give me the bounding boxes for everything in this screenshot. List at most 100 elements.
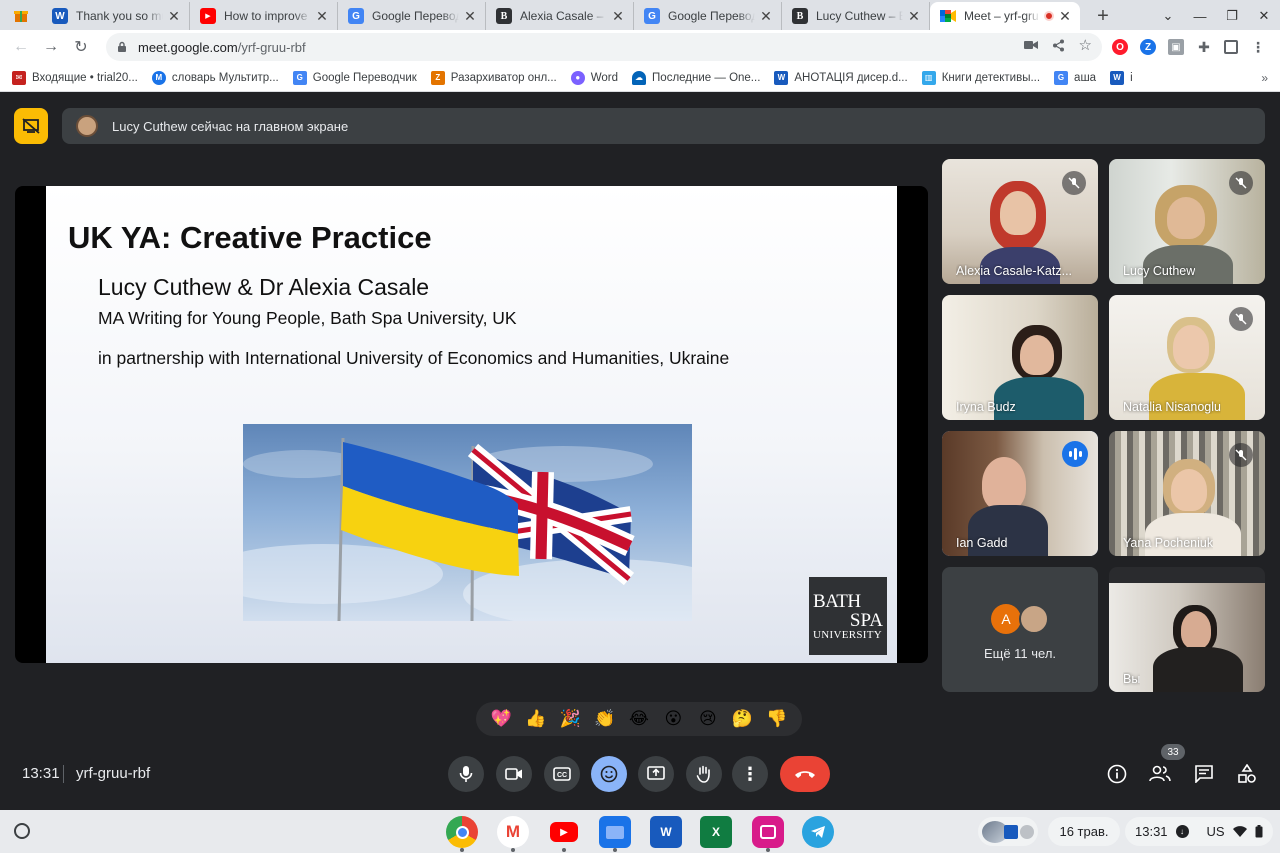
raise-hand-button[interactable]	[686, 756, 722, 792]
bookmark-1[interactable]: Mсловарь Мультитр...	[151, 70, 279, 85]
back-icon[interactable]: ←	[6, 38, 36, 56]
more-options-button[interactable]: ⋮	[732, 756, 768, 792]
participant-tile[interactable]: Natalia Nisanoglu	[1109, 295, 1265, 420]
status-tray[interactable]: 13:31 ↓ US	[1125, 817, 1273, 846]
reaction-thumbs-down[interactable]: 👎	[763, 709, 791, 729]
reaction-party[interactable]: 🎉	[556, 709, 584, 729]
present-screen-button[interactable]	[638, 756, 674, 792]
gmail-app-icon[interactable]: M	[497, 816, 529, 852]
reaction-thumbs-up[interactable]: 👍	[522, 709, 550, 729]
bookmark-star-icon[interactable]: ☆	[1079, 38, 1092, 55]
gallery-app-icon[interactable]	[752, 816, 784, 852]
self-tile[interactable]: Вы	[1109, 567, 1265, 692]
forward-icon[interactable]: →	[36, 38, 66, 56]
bookmark-5[interactable]: ☁ Последние — One...	[632, 70, 760, 85]
tab-2[interactable]: GGoogle Переводчик✕	[338, 2, 486, 30]
participant-name: Alexia Casale-Katz...	[956, 264, 1073, 278]
minimize-icon[interactable]: —	[1184, 9, 1216, 24]
speaking-indicator-icon	[1062, 441, 1088, 467]
reaction-thinking[interactable]: 🤔	[728, 709, 756, 729]
tab-list-chevron-icon[interactable]: ⌄	[1152, 8, 1184, 24]
close-tab-icon[interactable]: ✕	[315, 8, 329, 25]
reaction-sad[interactable]: 😢	[694, 709, 722, 729]
battery-icon	[1255, 825, 1263, 838]
close-tab-icon[interactable]: ✕	[611, 8, 625, 25]
people-button[interactable]	[1146, 760, 1174, 788]
share-icon[interactable]	[1052, 39, 1065, 55]
close-tab-icon[interactable]: ✕	[1058, 8, 1072, 25]
tab-1[interactable]: ▶How to improve yo✕	[190, 2, 338, 30]
more-participants-tile[interactable]: A Ещё 11 чел.	[942, 567, 1098, 692]
participant-tile[interactable]: Yana Pocheniuk	[1109, 431, 1265, 556]
avatar: A	[991, 604, 1021, 634]
tab-4[interactable]: GGoogle Переводчик✕	[634, 2, 782, 30]
chrome-app-icon[interactable]	[446, 816, 478, 852]
bookmark-3[interactable]: Z Разархиватор онл...	[430, 70, 557, 85]
reaction-laugh[interactable]: 😂	[625, 709, 653, 729]
files-app-icon[interactable]	[599, 816, 631, 852]
tab-0[interactable]: WThank you so much✕	[42, 2, 190, 30]
more-participants-count: Ещё 11 чел.	[983, 646, 1057, 661]
camera-blocked-icon[interactable]	[1023, 39, 1038, 55]
bookmark-2[interactable]: G Google Переводчик	[292, 70, 417, 85]
reload-icon[interactable]: ↻	[66, 37, 96, 57]
reaction-clap[interactable]: 👏	[591, 709, 619, 729]
launcher-icon[interactable]	[14, 823, 30, 839]
participant-tile[interactable]: Alexia Casale-Katz...	[942, 159, 1098, 284]
word-app-icon[interactable]: W	[650, 816, 682, 848]
meeting-code: yrf-gruu-rbf	[76, 765, 151, 782]
bookmark-8[interactable]: Gаша	[1054, 70, 1096, 85]
download-icon: ↓	[1175, 825, 1189, 838]
bookmark-6[interactable]: W АНОТАЦІЯ дисер.d...	[774, 70, 908, 85]
google-translate-icon: G	[1054, 70, 1069, 85]
close-tab-icon[interactable]: ✕	[463, 8, 477, 25]
camera-button[interactable]	[496, 756, 532, 792]
participant-tile-speaking[interactable]: Ian Gadd	[942, 431, 1098, 556]
side-panel-icon[interactable]	[1224, 40, 1238, 54]
youtube-app-icon[interactable]: ▶	[548, 816, 580, 852]
menu-kebab-icon[interactable]: ⋮	[1250, 39, 1266, 55]
excel-app-icon[interactable]: X	[700, 816, 732, 848]
chat-button[interactable]	[1190, 760, 1218, 788]
tab-5[interactable]: BLucy Cuthew – Bat✕	[782, 2, 930, 30]
extensions-puzzle-icon[interactable]: ✚	[1196, 39, 1212, 55]
image-extension-icon[interactable]: ▣	[1168, 39, 1184, 55]
new-tab-button[interactable]: +	[1088, 2, 1118, 30]
url-host: meet.google.com	[138, 39, 238, 55]
participant-name: Iryna Budz	[956, 400, 1016, 414]
telegram-app-icon[interactable]	[802, 816, 834, 848]
meeting-clock: 13:31	[22, 765, 60, 782]
participant-tile[interactable]: Lucy Cuthew	[1109, 159, 1265, 284]
microphone-button[interactable]	[448, 756, 484, 792]
close-tab-icon[interactable]: ✕	[167, 8, 181, 25]
bookmark-7[interactable]: ▥ Книги детективы...	[921, 70, 1040, 85]
participant-tile[interactable]: Iryna Budz	[942, 295, 1098, 420]
activities-button[interactable]	[1233, 760, 1261, 788]
close-tab-icon[interactable]: ✕	[907, 8, 921, 25]
emoji-reactions-button[interactable]	[591, 756, 627, 792]
close-tab-icon[interactable]: ✕	[759, 8, 773, 25]
bookmarks-more-button[interactable]: »	[1261, 71, 1268, 85]
date-tray[interactable]: 16 трав.	[1048, 817, 1120, 846]
z-extension-icon[interactable]: Z	[1140, 39, 1156, 55]
avatar	[1019, 604, 1049, 634]
bookmark-0[interactable]: ✉ Входящие • trial20...	[12, 70, 138, 85]
bookmark-4[interactable]: ● Word	[570, 70, 618, 85]
holding-space-tray[interactable]	[978, 817, 1038, 846]
opera-extension-icon[interactable]: O	[1112, 39, 1128, 55]
address-bar[interactable]: meet.google.com/yrf-gruu-rbf ☆	[106, 33, 1102, 61]
leave-call-button[interactable]	[780, 756, 830, 792]
restore-icon[interactable]: ❐	[1216, 8, 1248, 24]
captions-button[interactable]: CC	[544, 756, 580, 792]
close-window-icon[interactable]: ✕	[1248, 8, 1280, 24]
camera-icon	[505, 768, 522, 780]
presentation-toggle-button[interactable]	[14, 108, 48, 144]
meeting-details-button[interactable]	[1103, 760, 1131, 788]
tab-search-button[interactable]	[0, 0, 42, 30]
reaction-heart[interactable]: 💖	[487, 709, 515, 729]
tab-6[interactable]: Meet – yrf-gru ✕	[930, 2, 1080, 30]
tab-3[interactable]: BAlexia Casale – Ba✕	[486, 2, 634, 30]
bookmark-9[interactable]: Wi	[1110, 70, 1133, 85]
reaction-surprised[interactable]: 😮	[659, 709, 687, 729]
presentation-stage: UK YA: Creative Practice Lucy Cuthew & D…	[15, 186, 928, 663]
